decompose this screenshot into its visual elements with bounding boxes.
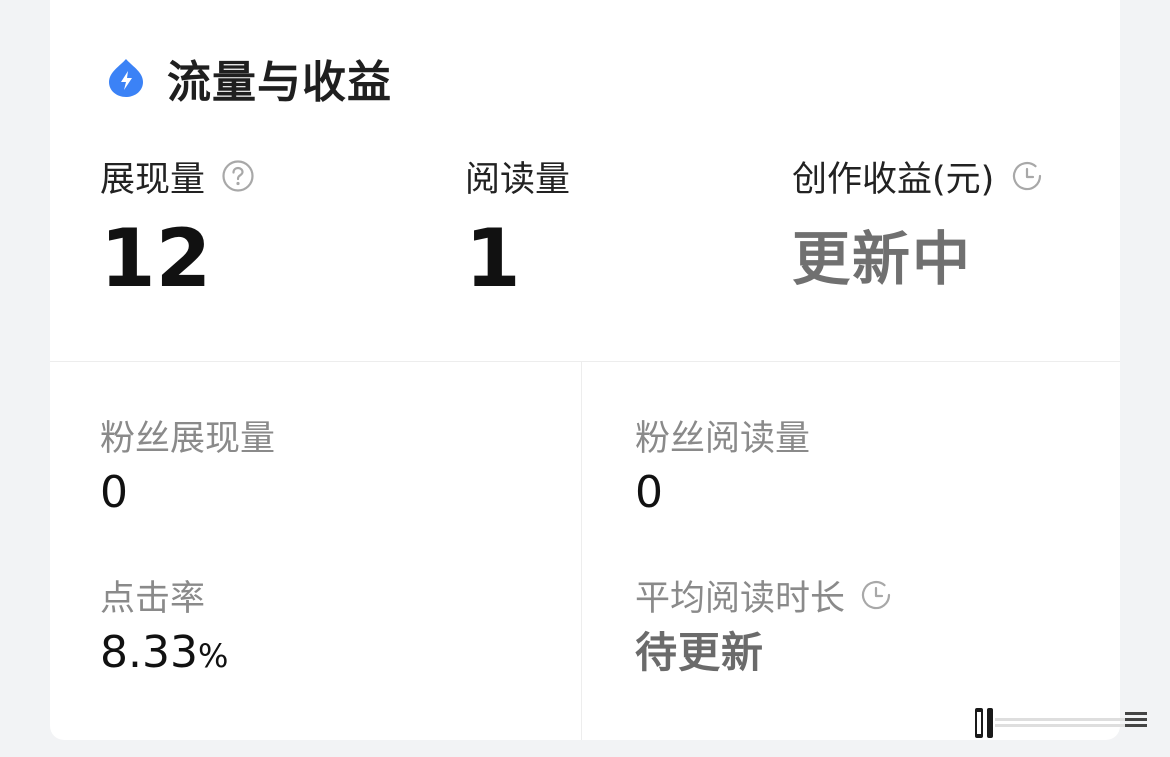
stat-avg-read-time[interactable]: 平均阅读时长 待更新	[635, 572, 893, 678]
stat-avg-read-time-label: 平均阅读时长	[635, 578, 846, 619]
help-circle-icon[interactable]	[221, 159, 255, 193]
stat-ctr[interactable]: 点击率 8.33%	[100, 572, 228, 681]
metric-impressions-value: 12	[100, 212, 212, 305]
metric-reads-label: 阅读量	[465, 159, 571, 200]
metric-reads-value: 1	[465, 212, 521, 305]
stat-ctr-unit: %	[197, 637, 229, 675]
metric-impressions-label: 展现量	[100, 159, 206, 200]
watermark-logo-icon	[975, 708, 1147, 738]
stat-avg-read-time-value: 待更新	[635, 628, 765, 677]
horizontal-divider	[50, 361, 1120, 362]
clock-icon	[1013, 161, 1042, 191]
stat-fans-impressions-label: 粉丝展现量	[100, 418, 276, 459]
metric-revenue[interactable]: 创作收益(元) 更新中	[792, 152, 1044, 304]
vertical-divider	[581, 362, 582, 740]
card-title: 流量与收益	[167, 57, 392, 108]
stat-ctr-label: 点击率	[100, 578, 206, 619]
stat-fans-impressions[interactable]: 粉丝展现量 0	[100, 412, 275, 518]
stat-fans-reads[interactable]: 粉丝阅读量 0	[635, 412, 810, 518]
metric-revenue-label: 创作收益(元)	[792, 159, 995, 200]
metric-reads[interactable]: 阅读量 1	[465, 152, 570, 304]
stat-ctr-value: 8.33%	[100, 628, 228, 681]
stat-fans-reads-label: 粉丝阅读量	[635, 418, 811, 459]
stat-fans-impressions-value: 0	[100, 467, 128, 518]
lightning-drop-icon	[109, 59, 143, 97]
metric-impressions[interactable]: 展现量 12	[100, 152, 255, 304]
stat-fans-reads-value: 0	[635, 467, 663, 518]
card-header: 流量与收益	[105, 50, 392, 108]
stat-ctr-number: 8.33	[100, 627, 198, 678]
traffic-revenue-card: 流量与收益 展现量 12 阅读量 1 创作收益(元) 更新中 粉丝展现量 0 粉…	[50, 0, 1120, 740]
clock-icon	[861, 580, 891, 610]
metric-revenue-value: 更新中	[792, 225, 973, 293]
